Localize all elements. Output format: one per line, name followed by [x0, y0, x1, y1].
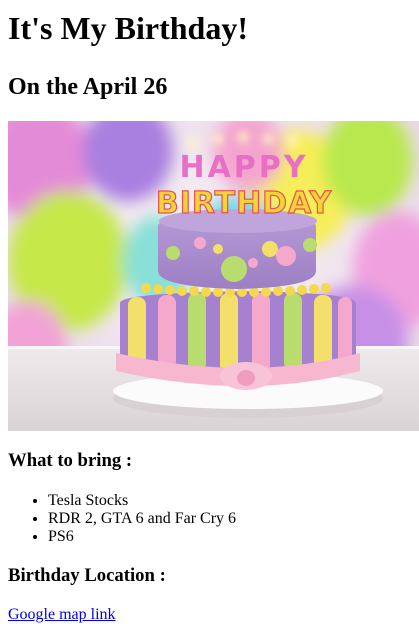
location-title: Birthday Location :	[8, 565, 166, 586]
bring-list: Tesla Stocks RDR 2, GTA 6 and Far Cry 6 …	[8, 492, 411, 546]
list-item: PS6	[48, 528, 411, 546]
cake-top-text: HAPPY	[179, 150, 308, 185]
list-item: RDR 2, GTA 6 and Far Cry 6	[48, 510, 411, 528]
page-content: It's My Birthday! On the April 26 HAPPY …	[0, 10, 419, 624]
cake-bottom-text: BIRTHDAY	[156, 186, 333, 221]
google-map-link[interactable]: Google map link	[8, 606, 116, 624]
date-subtitle: On the April 26	[8, 74, 168, 100]
bring-title: What to bring :	[8, 450, 133, 471]
list-item: Tesla Stocks	[48, 492, 411, 510]
birthday-cake-image: HAPPY BIRTHDAY	[8, 121, 419, 431]
page-title: It's My Birthday!	[8, 10, 248, 46]
